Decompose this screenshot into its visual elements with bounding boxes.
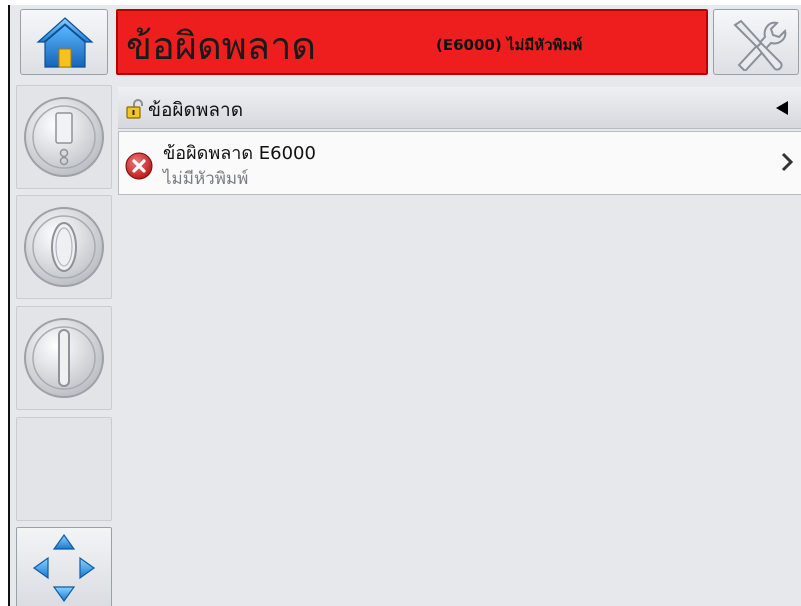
- banner-error-detail: (E6000) ไม่มีหัวพิมพ์: [436, 36, 583, 54]
- alert-subtitle: ไม่มีหัวพิมพ์: [163, 169, 249, 189]
- section-header[interactable]: ข้อผิดพลาด: [118, 87, 801, 129]
- home-button[interactable]: [20, 9, 108, 75]
- home-icon: [36, 17, 94, 68]
- collapse-arrow-icon[interactable]: [775, 100, 789, 116]
- section-title: ข้อผิดพลาด: [148, 99, 244, 121]
- tools-icon: [733, 19, 787, 71]
- power-on-icon: [24, 318, 104, 398]
- power-off-button[interactable]: [16, 195, 112, 299]
- error-x-icon: [125, 152, 153, 180]
- power-off-icon: [24, 207, 104, 287]
- list-item-alert[interactable]: ข้อผิดพลาด E6000 ไม่มีหัวพิมพ์: [118, 131, 801, 195]
- blank-side-button[interactable]: [16, 417, 112, 521]
- nozzle-icon: [24, 97, 104, 177]
- padlock-icon: [126, 99, 143, 119]
- error-banner[interactable]: ข้อผิดพลาด (E6000) ไม่มีหัวพิมพ์: [116, 9, 708, 75]
- alert-title: ข้อผิดพลาด E6000: [163, 143, 316, 164]
- navigation-arrows-icon: [32, 533, 96, 603]
- tools-button[interactable]: [713, 9, 799, 75]
- banner-title: ข้อผิดพลาด: [126, 24, 317, 68]
- chevron-right-icon: [781, 152, 794, 172]
- navigation-button[interactable]: [16, 527, 112, 606]
- nozzle-button[interactable]: [16, 85, 112, 189]
- power-on-button[interactable]: [16, 306, 112, 410]
- printer-screen: ข้อผิดพลาด (E6000) ไม่มีหัวพิมพ์ ข้อผิดพ…: [8, 5, 801, 606]
